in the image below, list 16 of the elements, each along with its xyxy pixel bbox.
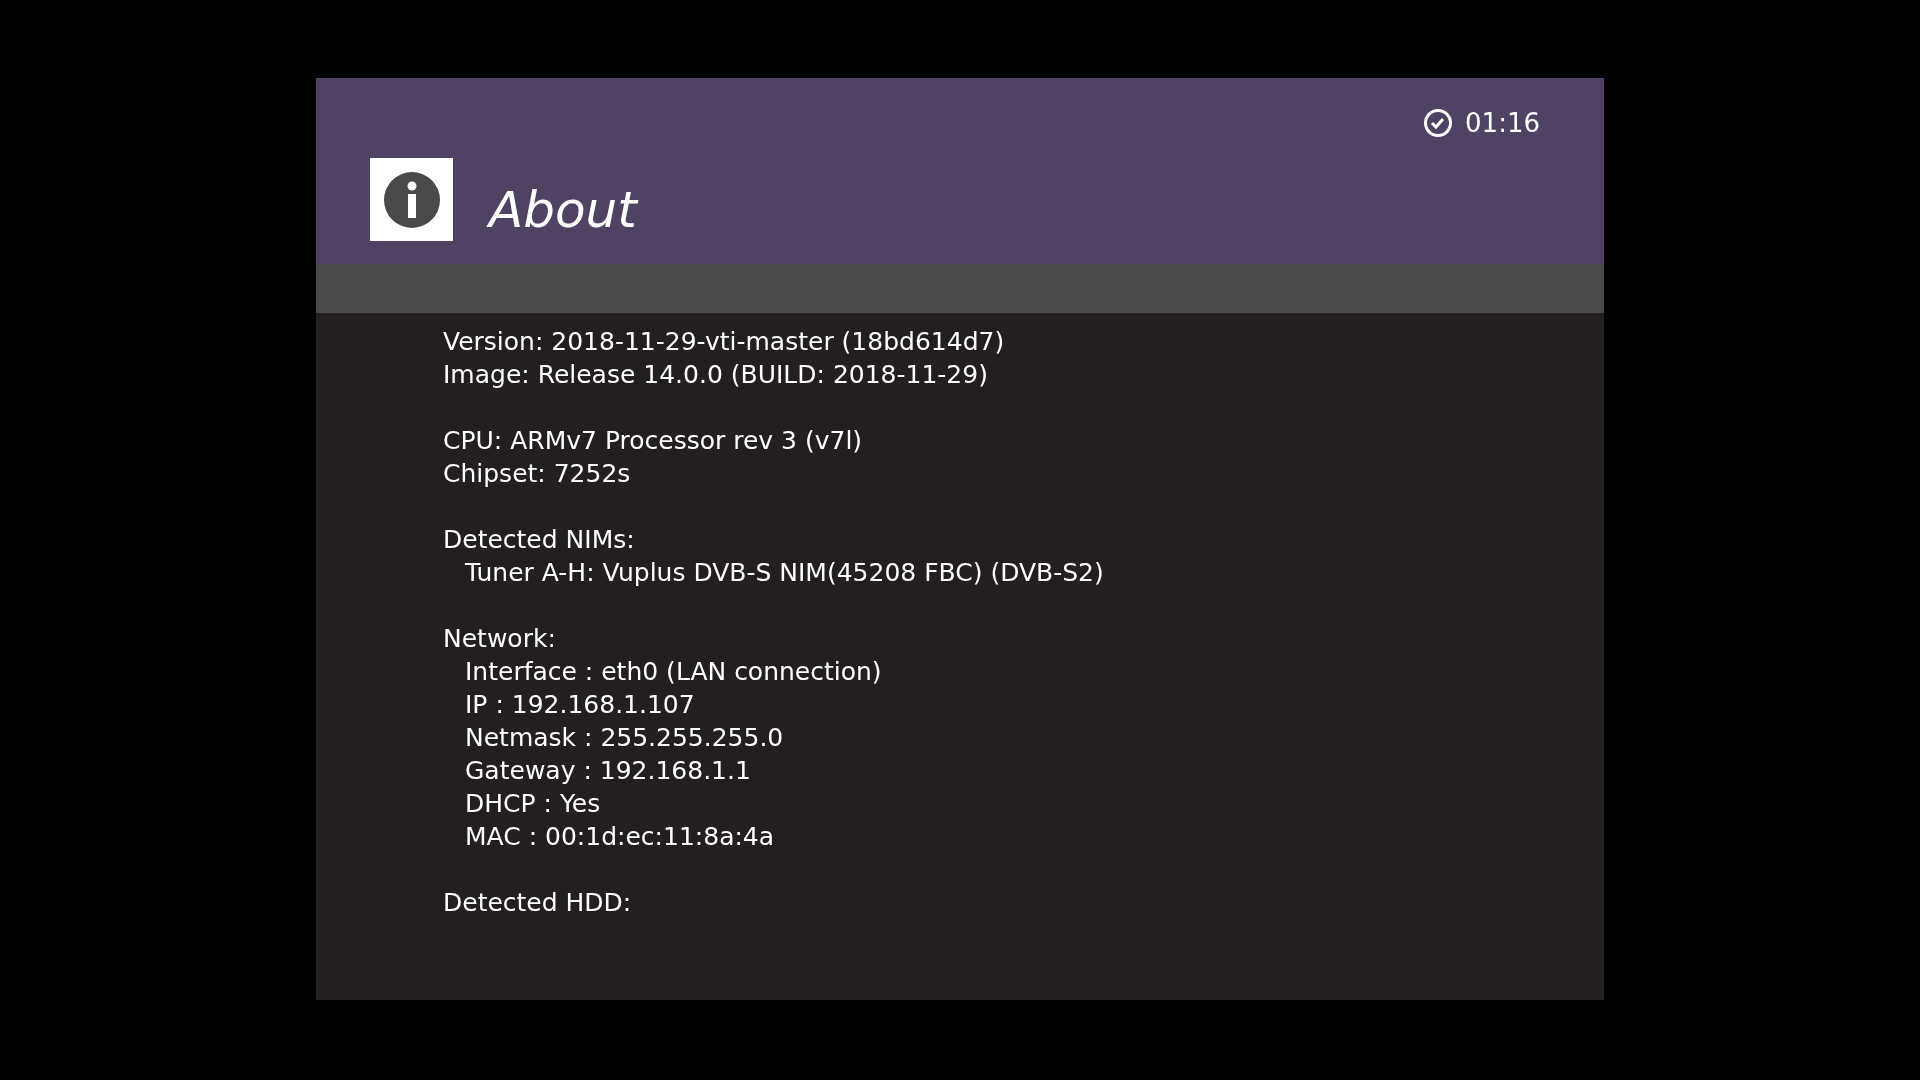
info-line: CPU: ARMv7 Processor rev 3 (v7l) [443, 425, 864, 457]
info-line: Image: Release 14.0.0 (BUILD: 2018-11-29) [443, 359, 989, 391]
clock-time: 01:16 [1465, 108, 1540, 138]
info-line: Network: [443, 623, 557, 655]
info-line: Detected HDD: [443, 887, 633, 919]
info-line: DHCP : Yes [464, 788, 602, 820]
info-line: Tuner A-H: Vuplus DVB-S NIM(45208 FBC) (DVB-S2) [464, 557, 1105, 589]
info-line: Chipset: 7252s [443, 458, 632, 490]
info-line: Version: 2018-11-29-vti-master (18bd614d7) [443, 326, 1006, 358]
info-line: Interface : eth0 (LAN connection) [464, 656, 883, 688]
info-line: IP : 192.168.1.107 [464, 689, 696, 721]
info-line: Gateway : 192.168.1.1 [464, 755, 752, 787]
info-line: MAC : 00:1d:ec:11:8a:4a [464, 821, 776, 853]
info-line: Detected NIMs: [443, 524, 636, 556]
info-icon [370, 158, 453, 241]
info-line: Netmask : 255.255.255.0 [464, 722, 785, 754]
